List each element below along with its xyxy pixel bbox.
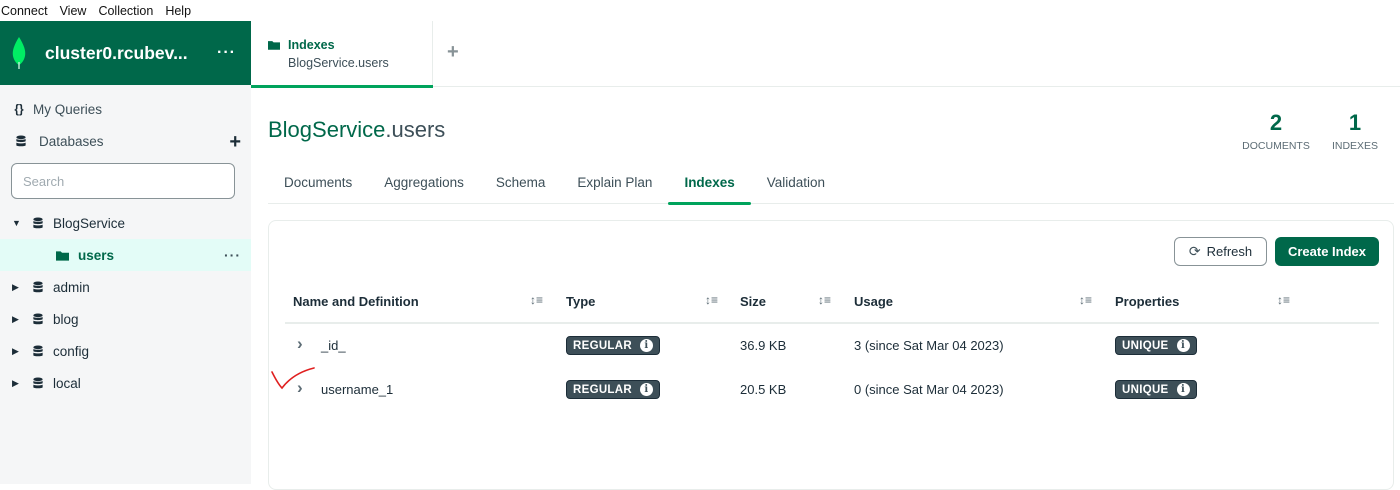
create-index-button[interactable]: Create Index bbox=[1275, 237, 1379, 266]
indexes-stat[interactable]: 1 INDEXES bbox=[1328, 110, 1382, 152]
connection-header[interactable]: cluster0.rcubev... ··· bbox=[0, 21, 251, 85]
database-name: BlogService bbox=[268, 117, 386, 142]
column-header-usage[interactable]: Usage bbox=[854, 294, 893, 309]
index-name: _id_ bbox=[321, 338, 346, 353]
add-database-icon[interactable]: + bbox=[229, 131, 241, 154]
database-icon bbox=[33, 376, 43, 388]
index-size: 20.5 KB bbox=[740, 382, 787, 397]
type-badge: REGULAR i bbox=[566, 380, 660, 399]
tree-item-admin[interactable]: ▶ admin bbox=[0, 271, 251, 303]
sort-icon[interactable]: ↕≡ bbox=[1079, 293, 1092, 307]
info-icon[interactable]: i bbox=[1176, 383, 1190, 396]
documents-label: DOCUMENTS bbox=[1242, 140, 1310, 152]
column-header-name[interactable]: Name and Definition bbox=[293, 294, 419, 309]
tree-item-blog[interactable]: ▶ blog bbox=[0, 303, 251, 335]
column-header-size[interactable]: Size bbox=[740, 294, 766, 309]
sort-icon[interactable]: ↕≡ bbox=[705, 293, 718, 307]
search-input[interactable]: Search bbox=[11, 163, 235, 199]
info-icon[interactable]: i bbox=[639, 339, 653, 352]
sidebar-item-my-queries[interactable]: {} My Queries bbox=[0, 93, 251, 125]
new-tab-plus-icon[interactable]: + bbox=[447, 41, 459, 64]
sort-icon[interactable]: ↕≡ bbox=[530, 293, 543, 307]
tree-item-config[interactable]: ▶ config bbox=[0, 335, 251, 367]
caret-down-icon[interactable]: ▼ bbox=[12, 218, 24, 228]
tab-subtitle: BlogService.users bbox=[288, 56, 389, 70]
database-icon bbox=[33, 312, 43, 324]
menu-help[interactable]: Help bbox=[164, 4, 197, 18]
index-name: username_1 bbox=[321, 382, 394, 397]
connection-name: cluster0.rcubev... bbox=[45, 42, 188, 63]
folder-icon bbox=[268, 41, 280, 50]
folder-icon bbox=[56, 250, 69, 261]
refresh-icon: ⟳ bbox=[1188, 243, 1201, 259]
menu-view[interactable]: View bbox=[59, 4, 93, 18]
column-header-properties[interactable]: Properties bbox=[1115, 294, 1179, 309]
tree-item-local[interactable]: ▶ local bbox=[0, 367, 251, 399]
caret-right-icon[interactable]: ▶ bbox=[12, 282, 24, 293]
index-size: 36.9 KB bbox=[740, 338, 787, 353]
tree-item-label: local bbox=[53, 375, 81, 391]
info-icon[interactable]: i bbox=[639, 383, 653, 396]
sidebar: cluster0.rcubev... ··· {} My Queries Dat… bbox=[0, 21, 251, 484]
tab-explain-plan[interactable]: Explain Plan bbox=[561, 162, 668, 203]
sidebar-item-label: My Queries bbox=[33, 101, 103, 117]
tree-item-label: config bbox=[53, 343, 90, 359]
sidebar-item-databases[interactable]: Databases + bbox=[0, 125, 251, 157]
tree-item-label: users bbox=[78, 247, 115, 263]
tab-indexes-active[interactable]: Indexes bbox=[668, 162, 752, 205]
tab-validation[interactable]: Validation bbox=[751, 162, 841, 203]
sidebar-item-label: Databases bbox=[39, 133, 104, 149]
tab-title: Indexes bbox=[288, 38, 335, 52]
collection-subtabs: Documents Aggregations Schema Explain Pl… bbox=[268, 162, 1394, 205]
column-header-type[interactable]: Type bbox=[566, 294, 595, 309]
tab-documents[interactable]: Documents bbox=[268, 162, 368, 203]
indexes-panel: ⟳ Refresh Create Index Name and Definiti… bbox=[268, 220, 1394, 490]
property-badge: UNIQUE i bbox=[1115, 336, 1197, 355]
caret-right-icon[interactable]: ▶ bbox=[12, 314, 24, 325]
database-icon bbox=[33, 216, 43, 228]
table-row[interactable]: › _id_ REGULAR i 36.9 KB 3 (since Sat Mar… bbox=[285, 324, 1379, 368]
property-badge: UNIQUE i bbox=[1115, 380, 1197, 399]
database-icon bbox=[16, 134, 26, 146]
mongodb-leaf-icon bbox=[12, 37, 26, 69]
collection-more-icon[interactable]: ··· bbox=[224, 247, 241, 263]
active-tab-indicator bbox=[251, 85, 433, 88]
sort-icon[interactable]: ↕≡ bbox=[818, 293, 831, 307]
info-icon[interactable]: i bbox=[1176, 339, 1190, 352]
menu-connect[interactable]: Connect bbox=[0, 4, 54, 18]
index-usage: 0 (since Sat Mar 04 2023) bbox=[854, 382, 1004, 397]
database-tree: ▼ BlogService users ··· ▶ admin ▶ blog ▶… bbox=[0, 207, 251, 399]
caret-right-icon[interactable]: ▶ bbox=[12, 346, 24, 357]
tab-schema[interactable]: Schema bbox=[480, 162, 562, 203]
indexes-label: INDEXES bbox=[1331, 140, 1379, 152]
connection-more-icon[interactable]: ··· bbox=[217, 44, 236, 62]
tree-item-label: BlogService bbox=[53, 215, 126, 231]
tree-item-label: blog bbox=[53, 311, 79, 327]
braces-icon: {} bbox=[14, 102, 24, 116]
caret-right-icon[interactable]: ▶ bbox=[12, 378, 24, 389]
sort-icon[interactable]: ↕≡ bbox=[1277, 293, 1290, 307]
tree-item-blogservice[interactable]: ▼ BlogService bbox=[0, 207, 251, 239]
collection-name: .users bbox=[385, 117, 446, 142]
tree-item-label: admin bbox=[53, 279, 90, 295]
indexes-count: 1 bbox=[1348, 110, 1362, 135]
database-icon bbox=[33, 280, 43, 292]
tree-item-users[interactable]: users ··· bbox=[0, 239, 251, 271]
chevron-right-icon[interactable]: › bbox=[297, 334, 303, 354]
red-checkmark-annotation bbox=[271, 367, 315, 390]
menu-collection[interactable]: Collection bbox=[97, 4, 159, 18]
tab-aggregations[interactable]: Aggregations bbox=[368, 162, 480, 203]
database-icon bbox=[33, 344, 43, 356]
documents-stat[interactable]: 2 DOCUMENTS bbox=[1238, 110, 1314, 152]
page-title: BlogService.users bbox=[268, 117, 445, 143]
documents-count: 2 bbox=[1269, 110, 1283, 135]
table-header: Name and Definition ↕≡ Type ↕≡ Size ↕≡ U… bbox=[285, 288, 1379, 324]
menu-bar: Connect View Collection Help bbox=[0, 0, 1400, 21]
table-row[interactable]: › username_1 REGULAR i 20.5 KB 0 (since S… bbox=[285, 368, 1379, 412]
workspace-tabs: Indexes BlogService.users + bbox=[251, 21, 1400, 88]
refresh-button[interactable]: ⟳ Refresh bbox=[1174, 237, 1267, 266]
type-badge: REGULAR i bbox=[566, 336, 660, 355]
tab-indexes[interactable]: Indexes BlogService.users bbox=[251, 21, 433, 88]
index-usage: 3 (since Sat Mar 04 2023) bbox=[854, 338, 1004, 353]
